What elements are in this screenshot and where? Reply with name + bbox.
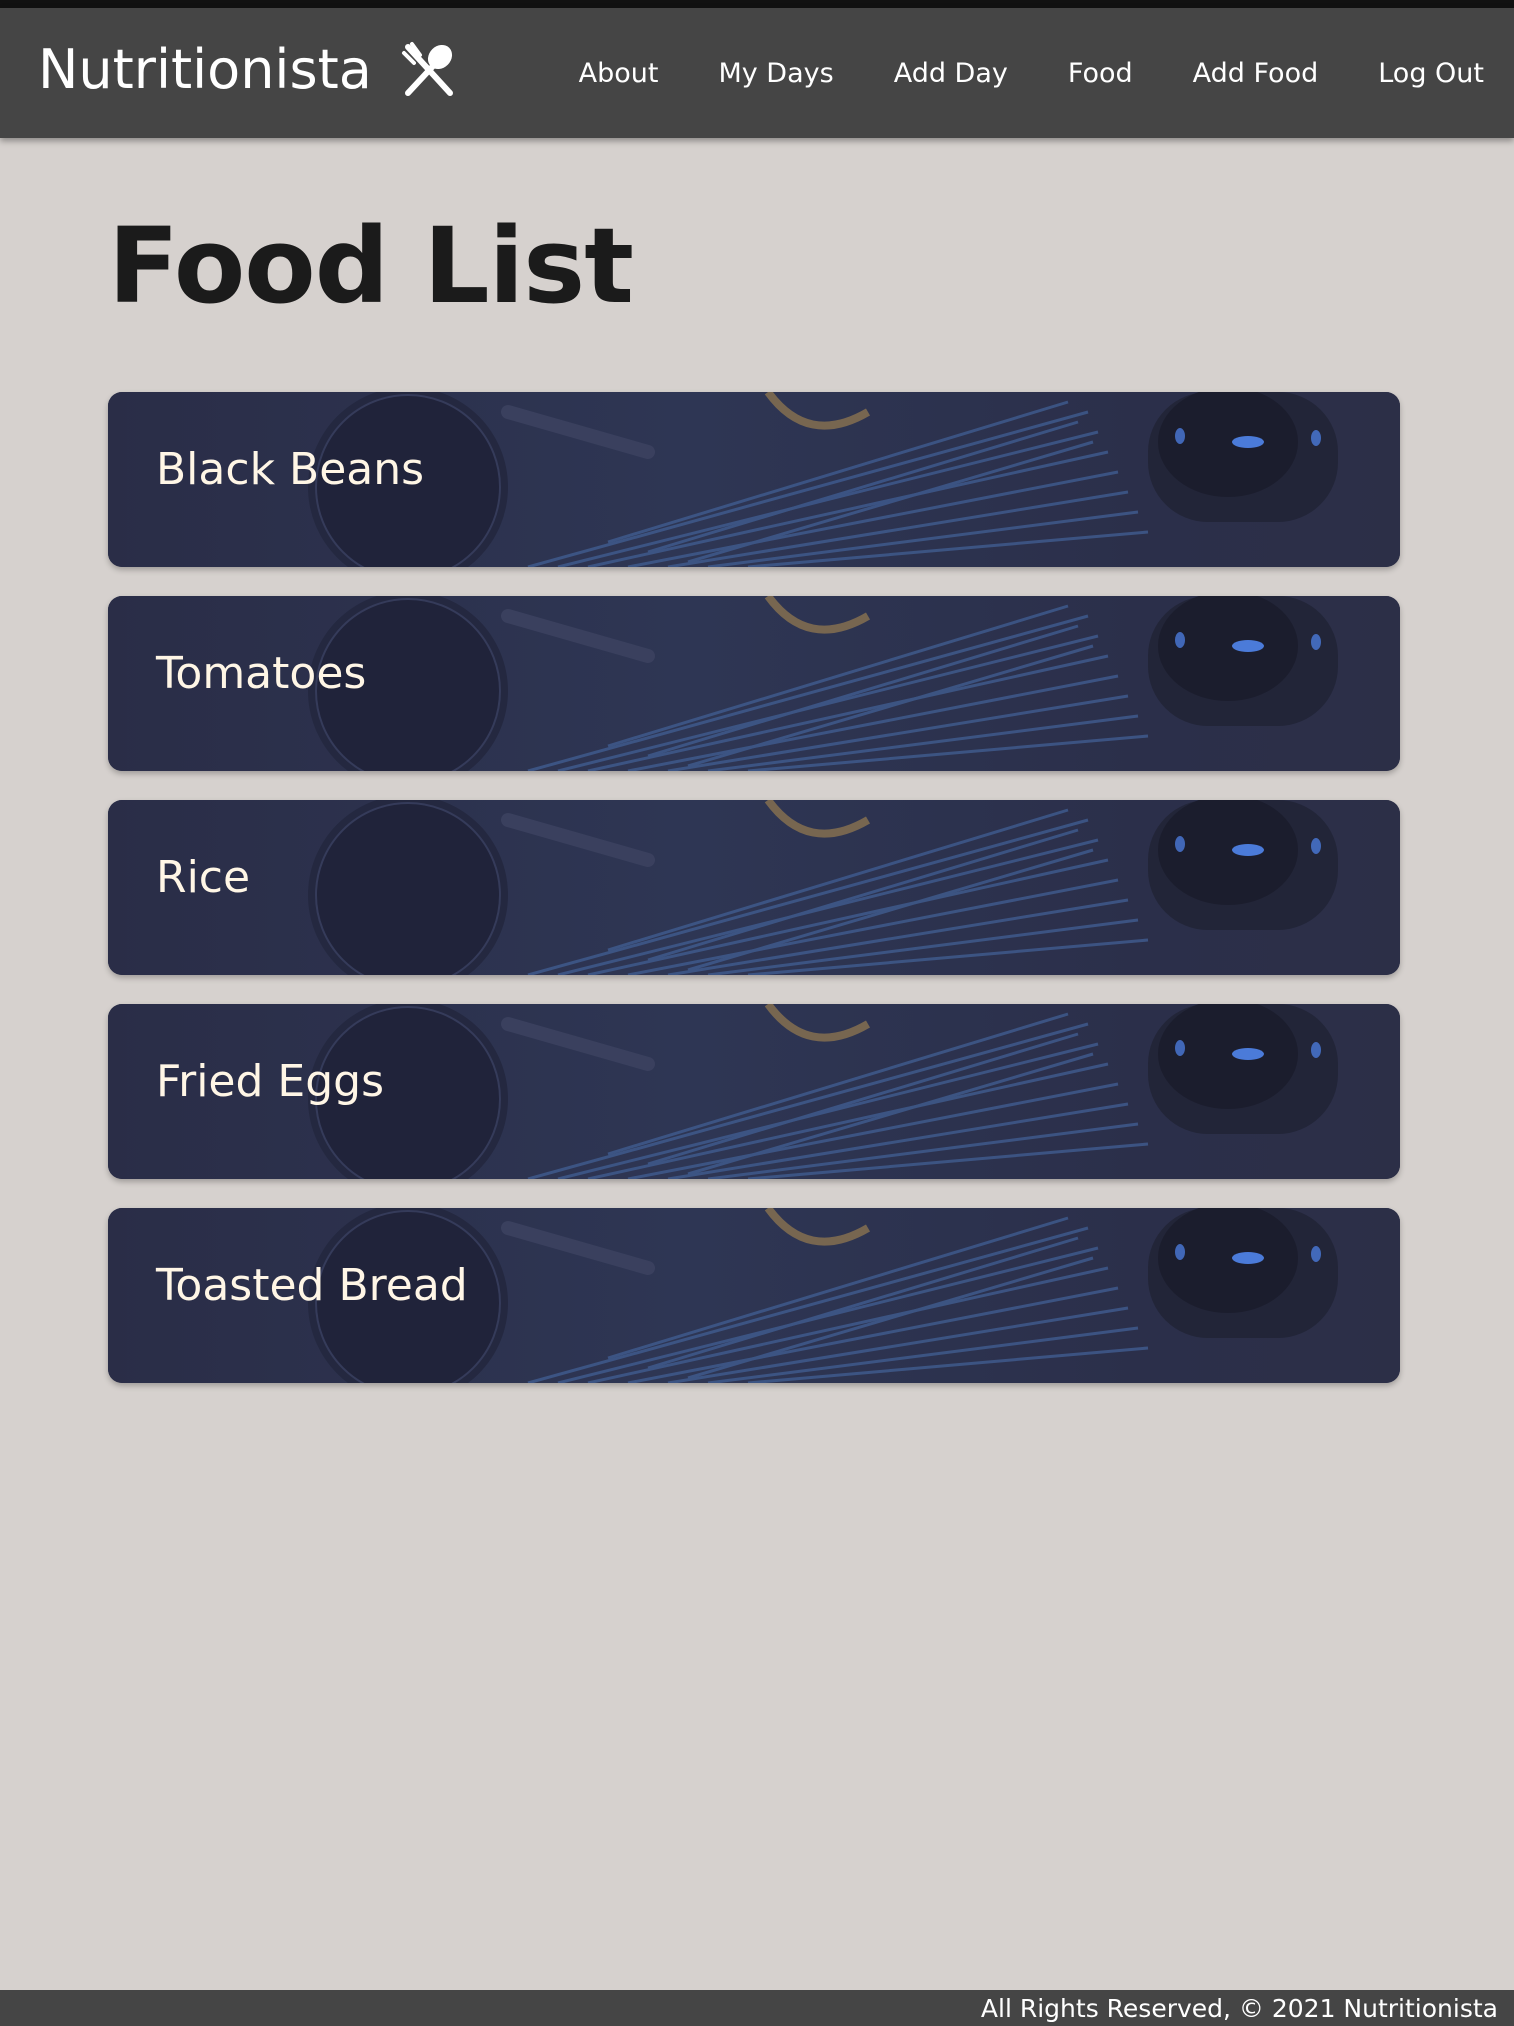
card-background-image (108, 800, 1400, 975)
navbar: Nutritionista About My Days Add Day Food… (0, 8, 1514, 138)
nav-my-days[interactable]: My Days (718, 58, 833, 89)
window-top-edge (0, 0, 1514, 8)
nav-log-out[interactable]: Log Out (1378, 58, 1484, 89)
food-name: Toasted Bread (156, 1260, 468, 1311)
fork-spoon-icon (400, 41, 458, 99)
nav-about[interactable]: About (579, 58, 659, 89)
nav-add-day[interactable]: Add Day (894, 58, 1008, 89)
brand-link[interactable]: Nutritionista (38, 38, 458, 101)
nav-links: About My Days Add Day Food Add Food Log … (579, 8, 1484, 138)
food-card-tomatoes[interactable]: Tomatoes (108, 596, 1400, 771)
food-card-toasted-bread[interactable]: Toasted Bread (108, 1208, 1400, 1383)
nav-add-food[interactable]: Add Food (1193, 58, 1319, 89)
food-card-rice[interactable]: Rice (108, 800, 1400, 975)
brand-name: Nutritionista (38, 38, 372, 101)
food-card-fried-eggs[interactable]: Fried Eggs (108, 1004, 1400, 1179)
copyright-text: All Rights Reserved, © 2021 Nutritionist… (980, 1994, 1498, 2023)
food-name: Fried Eggs (156, 1056, 384, 1107)
food-card-black-beans[interactable]: Black Beans (108, 392, 1400, 567)
food-list: Black Beans Tomatoes Rice Fried Eggs Toa… (108, 392, 1400, 1412)
food-name: Tomatoes (156, 648, 367, 699)
footer: All Rights Reserved, © 2021 Nutritionist… (0, 1990, 1514, 2026)
nav-food[interactable]: Food (1068, 58, 1133, 89)
page-title: Food List (108, 205, 634, 327)
food-name: Black Beans (156, 444, 425, 495)
food-name: Rice (156, 852, 251, 903)
